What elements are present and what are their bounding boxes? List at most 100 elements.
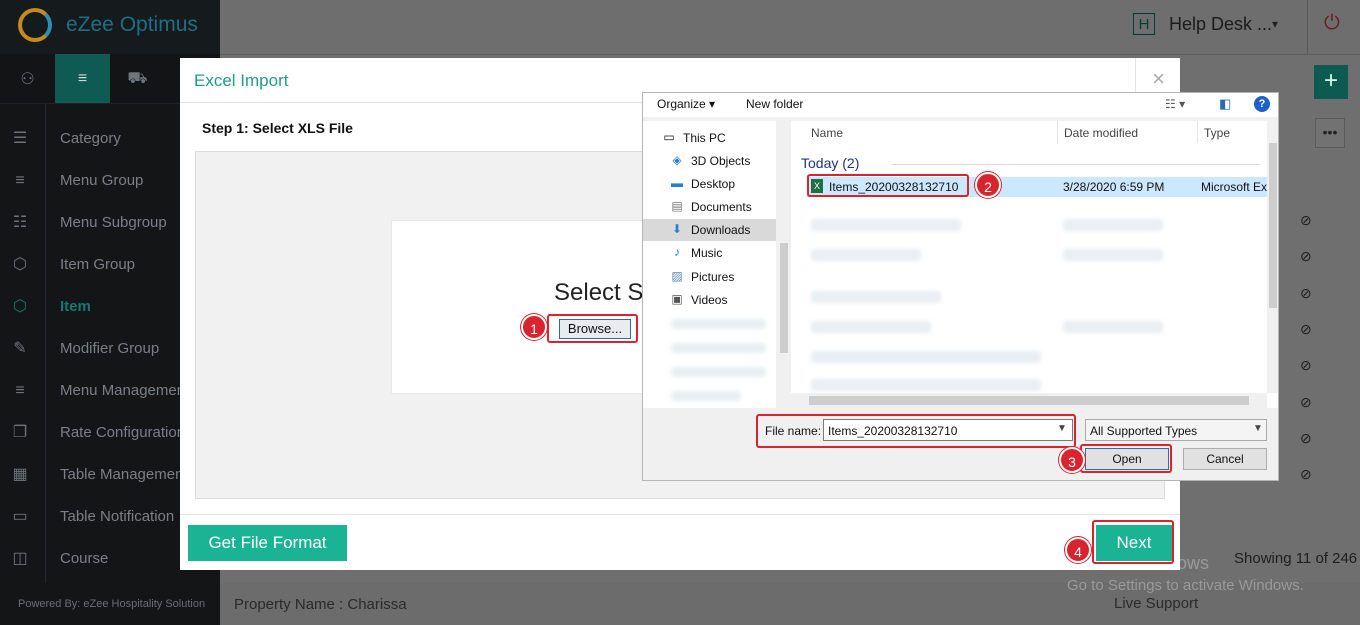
tab-cart[interactable]: ⛟ (110, 54, 165, 103)
organize-menu[interactable]: Organize ▾ (657, 97, 715, 111)
edit-icon: ✎ (13, 340, 27, 357)
horizontal-scroll-thumb[interactable] (809, 396, 1249, 405)
nav-item-label: Pictures (691, 270, 735, 284)
grid-icon: ▦ (12, 466, 28, 483)
power-icon[interactable]: ⏻ (1324, 12, 1340, 35)
logo-mark-icon (18, 8, 52, 42)
new-folder-button[interactable]: New folder (746, 97, 803, 111)
powered-by: Powered By: eZee Hospitality Solution (18, 598, 206, 610)
highlight-next (1092, 520, 1174, 564)
user-icon: ⚇ (20, 70, 35, 88)
topbar-divider (1307, 0, 1308, 54)
more-options-button[interactable]: ••• (1315, 118, 1345, 148)
get-file-format-button[interactable]: Get File Format (188, 525, 347, 561)
sidebar-item-label: Table Management (60, 466, 188, 483)
sidebar-item-label: Menu Group (60, 172, 144, 189)
box-icon: ⬡ (13, 256, 27, 273)
modal-footer: Get File Format Next (180, 514, 1180, 571)
tab-menu[interactable]: ≡ (55, 54, 110, 103)
blurred-file-row (811, 219, 961, 231)
nav-item-label: Desktop (691, 177, 736, 191)
blurred-file-row (811, 379, 1041, 391)
sidebar-item-label: Menu Subgroup (60, 214, 167, 231)
nav-item-downloads[interactable]: ⬇ Downloads (643, 219, 776, 241)
live-support-link[interactable]: Live Support (1114, 595, 1198, 612)
music-icon: ♪ (674, 245, 680, 259)
blurred-nav-item (671, 391, 741, 401)
list-icon: ≡ (15, 172, 25, 189)
dialog-toolbar: Organize ▾ New folder ☷ ▾ ◧ ? (643, 93, 1278, 117)
help-icon[interactable]: ? (1254, 96, 1270, 112)
column-type[interactable]: Type (1204, 126, 1230, 140)
nav-item-desktop[interactable]: ▬ Desktop (651, 173, 776, 195)
file-type-select[interactable]: All Supported Types (1085, 419, 1267, 441)
link-icon[interactable]: ⊘ (1300, 466, 1314, 482)
link-icon[interactable]: ⊘ (1300, 357, 1314, 373)
blurred-file-row (811, 321, 931, 333)
documents-icon: ▤ (671, 199, 683, 213)
file-list: Name Date modified Type Today (2) X Item… (791, 121, 1278, 408)
highlight-file (807, 174, 969, 197)
view-options-icon[interactable]: ☷ ▾ (1165, 97, 1185, 111)
nav-item-3d-objects[interactable]: ◈ 3D Objects (651, 150, 776, 172)
modal-title: Excel Import (194, 71, 289, 90)
nav-item-this-pc[interactable]: ▭ This PC (643, 127, 768, 149)
link-icon[interactable]: ⊘ (1300, 394, 1314, 410)
nav-item-label: Downloads (691, 223, 751, 237)
blurred-file-row (1063, 249, 1163, 261)
column-date[interactable]: Date modified (1064, 126, 1138, 140)
nav-item-label: This PC (683, 131, 726, 145)
item-box-icon: ⬡ (13, 298, 27, 315)
blurred-nav-item (671, 319, 766, 329)
blurred-file-row (811, 249, 921, 261)
cube-icon: ◈ (672, 153, 682, 167)
blurred-nav-item (671, 343, 766, 353)
group-header[interactable]: Today (2) (801, 155, 859, 171)
add-button[interactable]: + (1314, 65, 1348, 99)
nav-scroll-thumb[interactable] (780, 243, 788, 353)
helpdesk-badge: H (1133, 13, 1155, 35)
nav-item-pictures[interactable]: ▨ Pictures (651, 266, 776, 288)
chat-icon: ▭ (12, 508, 28, 525)
navigation-pane: ▭ This PC ◈ 3D Objects ▬ Desktop ▤ Documents… (643, 121, 776, 408)
pictures-icon: ▨ (671, 269, 683, 283)
preview-pane-icon[interactable]: ◧ (1219, 96, 1231, 112)
highlight-open (1080, 444, 1172, 473)
category-icon: ☰ (12, 130, 28, 147)
column-separator (1057, 121, 1058, 143)
sidebar-item-label: Item Group (60, 256, 136, 273)
helpdesk-menu[interactable]: Help Desk ... (1169, 14, 1272, 35)
sidebar-item-label: Rate Configuration (60, 424, 186, 441)
highlight-browse (547, 314, 638, 343)
link-icon[interactable]: ⊘ (1300, 212, 1314, 228)
file-list-scroll-thumb[interactable] (1269, 143, 1277, 308)
highlight-file-name (756, 414, 1076, 448)
chevron-down-icon[interactable]: ▾ (1272, 17, 1278, 31)
pc-icon: ▭ (663, 130, 675, 144)
nav-item-videos[interactable]: ▣ Videos (651, 289, 776, 311)
sidebar-item-label: Item (60, 298, 91, 315)
link-icon[interactable]: ⊘ (1300, 321, 1314, 337)
menu-manage-icon: ≡ (15, 382, 25, 399)
sidebar-item-label: Course (60, 550, 109, 567)
link-icon[interactable]: ⊘ (1300, 430, 1314, 446)
cancel-button[interactable]: Cancel (1183, 448, 1267, 470)
blurred-nav-item (671, 367, 766, 377)
step-badge-4: 4 (1065, 537, 1091, 563)
sidebar-item-label: Menu Management (60, 382, 190, 399)
pagination-info: Showing 11 of 246 (1234, 550, 1358, 567)
file-date: 3/28/2020 6:59 PM (1063, 180, 1165, 194)
tab-user[interactable]: ⚇ (0, 54, 55, 103)
nav-item-music[interactable]: ♪ Music (651, 242, 776, 264)
link-icon[interactable]: ⊘ (1300, 285, 1314, 301)
nav-item-label: Documents (691, 200, 752, 214)
nav-item-label: Videos (691, 293, 728, 307)
column-name[interactable]: Name (811, 126, 843, 140)
nav-item-label: 3D Objects (691, 154, 751, 168)
step-heading: Step 1: Select XLS File (202, 120, 353, 136)
nav-item-documents[interactable]: ▤ Documents (651, 196, 776, 218)
chevron-down-icon[interactable]: ▼ (1253, 423, 1263, 434)
step-badge-3: 3 (1059, 447, 1085, 473)
link-icon[interactable]: ⊘ (1300, 248, 1314, 264)
blurred-file-row (1063, 321, 1163, 333)
